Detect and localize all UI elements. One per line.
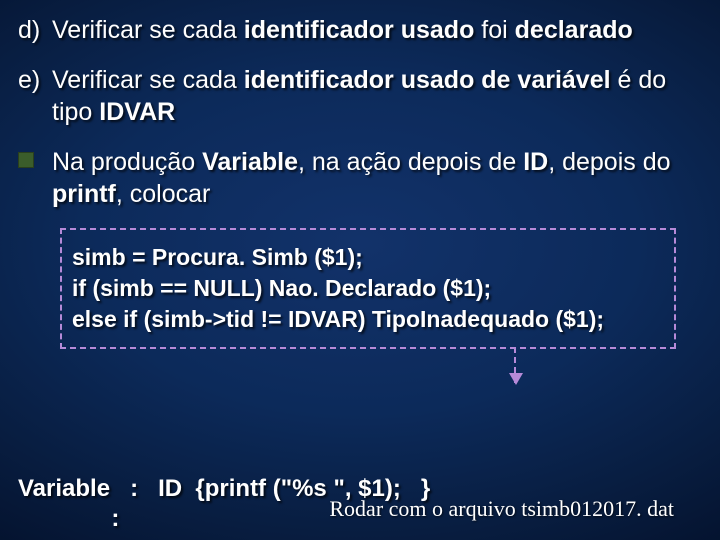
code-box: simb = Procura. Simb ($1); if (simb == N…	[60, 228, 676, 349]
bottom-area: Variable : ID {printf ("%s ", $1); } : R…	[18, 474, 702, 534]
arrow-head-icon	[509, 373, 523, 385]
code-line-1: simb = Procura. Simb ($1);	[72, 242, 664, 273]
code-line-3: else if (simb->tid != IDVAR) TipoInadequ…	[72, 304, 664, 335]
list-item-e: e) Verificar se cada identificador usado…	[18, 64, 702, 128]
list-item-square: Na produção Variable, na ação depois de …	[18, 146, 702, 210]
run-note: Rodar com o arquivo tsimb012017. dat	[329, 496, 674, 522]
list-item-d: d) Verificar se cada identificador usado…	[18, 14, 702, 46]
code-line-2: if (simb == NULL) Nao. Declarado ($1);	[72, 273, 664, 304]
list-marker-d: d)	[18, 14, 52, 46]
list-marker-e: e)	[18, 64, 52, 96]
list-text-e: Verificar se cada identificador usado de…	[52, 64, 702, 128]
dashed-arrow-down-icon	[514, 347, 518, 383]
list-text-d: Verificar se cada identificador usado fo…	[52, 14, 633, 46]
grammar-lhs: Variable	[18, 475, 110, 502]
list-text-square: Na produção Variable, na ação depois de …	[52, 146, 702, 210]
square-bullet-icon	[18, 146, 52, 174]
